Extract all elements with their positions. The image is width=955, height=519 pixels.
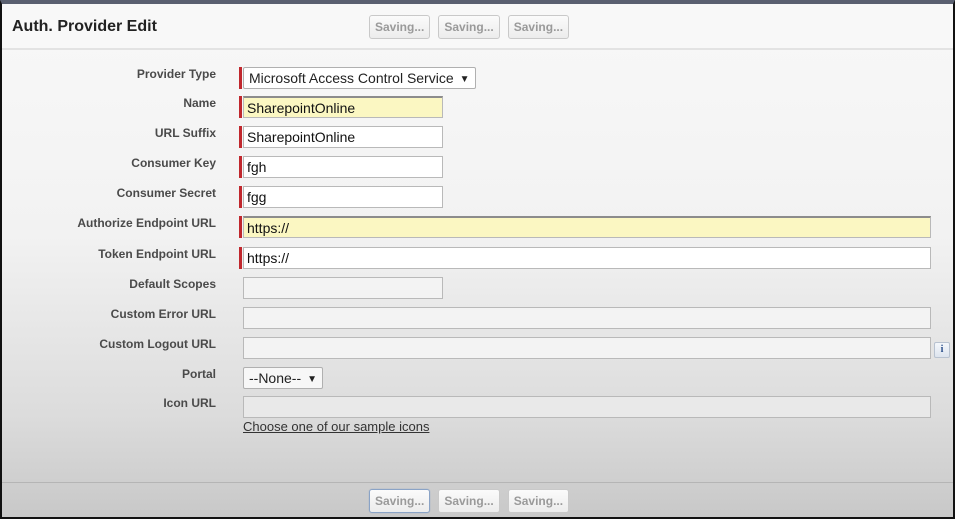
footer-divider	[2, 482, 953, 483]
top-button-row: Saving... Saving... Saving...	[369, 15, 570, 39]
custom-error-url-label: Custom Error URL	[110, 307, 216, 321]
token-endpoint-url-label: Token Endpoint URL	[98, 247, 216, 261]
row-name: Name SharepointOnline	[2, 96, 953, 120]
row-icon-url: Icon URL	[2, 396, 953, 420]
token-endpoint-url-input[interactable]: https://	[243, 247, 931, 269]
portal-select[interactable]: --None-- ▼	[243, 367, 324, 389]
row-provider-type: Provider Type Microsoft Access Control S…	[2, 67, 953, 91]
row-default-scopes: Default Scopes	[2, 277, 953, 301]
custom-logout-url-input[interactable]	[243, 337, 931, 359]
consumer-key-input[interactable]: fgh	[243, 156, 443, 178]
default-scopes-input[interactable]	[243, 277, 443, 299]
required-marker	[239, 156, 242, 178]
required-marker	[239, 126, 242, 148]
save-button-bottom[interactable]: Saving...	[369, 489, 431, 513]
sample-icons-link[interactable]: Choose one of our sample icons	[243, 419, 429, 434]
cancel-button[interactable]: Saving...	[507, 15, 570, 39]
url-suffix-label: URL Suffix	[154, 126, 216, 140]
save-and-new-button-bottom[interactable]: Saving...	[438, 489, 500, 513]
required-marker	[239, 96, 242, 118]
chevron-down-icon: ▼	[307, 374, 318, 385]
page-header: Auth. Provider Edit Saving... Saving... …	[2, 4, 953, 50]
portal-label: Portal	[181, 367, 216, 381]
consumer-key-label: Consumer Key	[131, 156, 216, 170]
cancel-button-bottom[interactable]: Saving...	[507, 489, 570, 513]
page-title: Auth. Provider Edit	[12, 18, 157, 35]
save-and-new-button[interactable]: Saving...	[438, 15, 500, 39]
row-authorize-endpoint-url: Authorize Endpoint URL https://	[2, 216, 953, 240]
required-marker	[239, 216, 242, 238]
name-input[interactable]: SharepointOnline	[243, 96, 443, 118]
provider-type-label: Provider Type	[136, 67, 216, 81]
bottom-button-row: Saving... Saving... Saving...	[369, 489, 570, 513]
row-consumer-key: Consumer Key fgh	[2, 156, 953, 180]
provider-type-value: Microsoft Access Control Service	[249, 70, 454, 86]
required-marker	[239, 67, 242, 89]
save-button[interactable]: Saving...	[369, 15, 431, 39]
icon-url-label: Icon URL	[163, 396, 216, 410]
custom-logout-url-label: Custom Logout URL	[99, 337, 216, 351]
row-custom-logout-url: Custom Logout URL	[2, 337, 953, 361]
url-suffix-input[interactable]: SharepointOnline	[243, 126, 443, 148]
name-label: Name	[183, 96, 216, 110]
default-scopes-label: Default Scopes	[129, 277, 216, 291]
info-icon[interactable]: i	[934, 342, 950, 358]
row-consumer-secret: Consumer Secret fgg	[2, 186, 953, 210]
authorize-endpoint-url-input[interactable]: https://	[243, 216, 931, 238]
chevron-down-icon: ▼	[459, 74, 470, 85]
row-custom-error-url: Custom Error URL	[2, 307, 953, 331]
row-url-suffix: URL Suffix SharepointOnline	[2, 126, 953, 150]
required-marker	[239, 247, 242, 269]
consumer-secret-input[interactable]: fgg	[243, 186, 443, 208]
auth-provider-edit-panel: Auth. Provider Edit Saving... Saving... …	[0, 0, 955, 519]
custom-error-url-input[interactable]	[243, 307, 931, 329]
row-token-endpoint-url: Token Endpoint URL https://	[2, 247, 953, 271]
authorize-endpoint-url-label: Authorize Endpoint URL	[77, 216, 216, 230]
portal-value: --None--	[249, 370, 302, 386]
icon-url-input[interactable]	[243, 396, 931, 418]
consumer-secret-label: Consumer Secret	[116, 186, 216, 200]
row-portal: Portal --None-- ▼	[2, 367, 953, 391]
provider-type-select[interactable]: Microsoft Access Control Service ▼	[243, 67, 476, 89]
required-marker	[239, 186, 242, 208]
